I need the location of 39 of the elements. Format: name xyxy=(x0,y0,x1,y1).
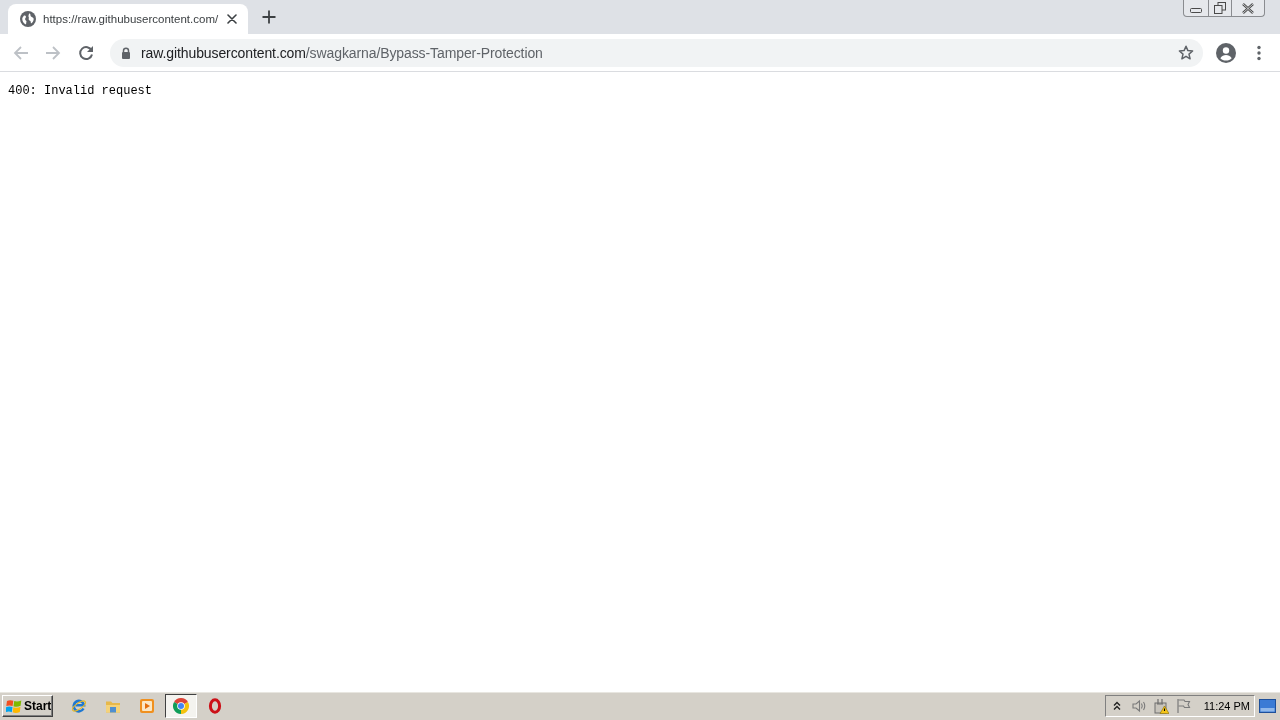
network-warning-icon xyxy=(1153,698,1169,714)
reload-icon xyxy=(78,44,94,61)
volume-button[interactable] xyxy=(1131,698,1147,714)
url-text: raw.githubusercontent.com/swagkarna/Bypass-Tamper-Protection xyxy=(141,44,544,61)
close-icon xyxy=(227,14,237,24)
star-icon xyxy=(1178,44,1194,61)
windows-logo-icon xyxy=(6,698,22,714)
round-logo-icon xyxy=(173,698,189,714)
desktop-icon xyxy=(1258,699,1276,713)
bookmark-button[interactable] xyxy=(1178,44,1194,61)
restore-button[interactable] xyxy=(1209,0,1232,17)
browser-tab[interactable]: https://raw.githubusercontent.com/ xyxy=(8,4,248,34)
clock[interactable]: 11:24 PM xyxy=(1203,700,1250,712)
show-desktop-button[interactable] xyxy=(1258,698,1276,714)
ring-icon xyxy=(207,698,223,714)
lock-icon xyxy=(120,46,132,59)
forward-arrow-icon xyxy=(45,44,61,61)
address-bar[interactable]: raw.githubusercontent.com/swagkarna/Bypass-Tamper-Protection xyxy=(110,38,1203,67)
restore-icon xyxy=(1214,2,1226,14)
back-arrow-icon xyxy=(13,44,29,61)
start-button[interactable]: Start xyxy=(2,695,53,717)
plus-icon xyxy=(262,10,276,24)
chevron-up-icon xyxy=(1113,701,1121,711)
taskbar-app-button[interactable] xyxy=(165,694,197,718)
speaker-icon xyxy=(1131,698,1147,714)
minimize-button[interactable] xyxy=(1183,0,1209,17)
letter-e-icon xyxy=(71,698,87,714)
avatar-icon xyxy=(1216,42,1236,63)
globe-icon xyxy=(20,11,36,27)
tab-title: https://raw.githubusercontent.com/ xyxy=(43,13,217,25)
play-icon xyxy=(139,698,155,714)
close-window-button[interactable] xyxy=(1232,0,1265,17)
tab-close-button[interactable] xyxy=(224,11,240,27)
error-message: 400: Invalid request xyxy=(8,83,153,99)
flag-icon xyxy=(1175,698,1191,714)
menu-icon xyxy=(1257,44,1261,61)
network-button[interactable] xyxy=(1153,698,1169,714)
close-icon xyxy=(1242,2,1254,14)
action-center-button[interactable] xyxy=(1175,698,1191,714)
